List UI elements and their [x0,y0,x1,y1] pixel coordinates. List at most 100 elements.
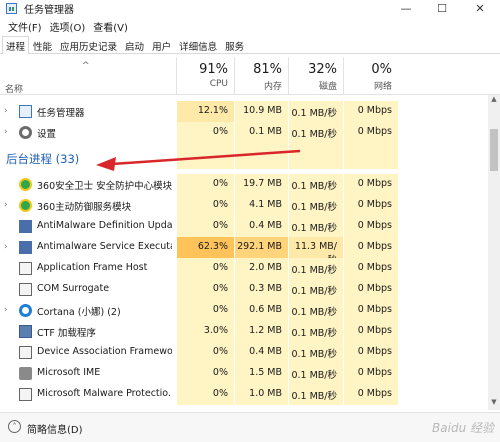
process-name: COM Surrogate [37,283,110,294]
process-row[interactable]: AntiMalware Definition Upda... 0% 0.4 MB 0.… [0,216,488,237]
expand-chevron-icon[interactable]: › [4,305,8,315]
column-disk-header[interactable]: 32% 磁盘 [288,57,343,95]
process-row[interactable]: › 任务管理器 12.1% 10.9 MB 0.1 MB/秒 0 Mbps [0,101,488,122]
cell-disk: 0.1 MB/秒 [288,122,343,143]
cell-disk: 0.1 MB/秒 [288,216,343,237]
scroll-thumb[interactable] [490,129,498,171]
app-window-icon [19,388,32,401]
cell-net: 0 Mbps [343,174,398,195]
process-name: 设置 [37,129,57,140]
minimize-button[interactable]: — [388,0,424,17]
cell-disk: 11.3 MB/秒 [288,237,343,266]
network-total: 0% [371,62,392,77]
title-bar: 任务管理器 — ☐ ✕ [0,0,500,17]
cell-disk: 0.1 MB/秒 [288,279,343,300]
process-row[interactable]: › 360主动防御服务模块 0% 4.1 MB 0.1 MB/秒 0 Mbps [0,195,488,216]
column-memory-header[interactable]: 81% 内存 [234,57,288,95]
group-heat-cell [343,143,398,169]
expand-chevron-icon[interactable]: › [4,200,8,210]
collapse-details-icon[interactable]: ˄ [8,420,21,433]
menu-bar: 文件(F) 选项(O) 查看(V) [0,18,132,34]
fewer-details-link[interactable]: 简略信息(D) [27,421,83,436]
cell-cpu: 0% [176,122,234,143]
sort-indicator-icon: ^ [82,61,90,71]
cell-net: 0 Mbps [343,122,398,143]
cell-net: 0 Mbps [343,237,398,258]
process-name: 任务管理器 [37,108,85,119]
process-row[interactable]: Microsoft IME 0% 1.5 MB 0.1 MB/秒 0 Mbps [0,363,488,384]
cell-mem: 4.1 MB [234,195,288,216]
tab-startup[interactable]: 启动 [121,37,148,53]
360-shield-icon [19,199,32,212]
cell-cpu: 3.0% [176,321,234,342]
process-row[interactable]: Application Frame Host 0% 2.0 MB 0.1 MB/秒 0 … [0,258,488,279]
tab-services[interactable]: 服务 [221,37,248,53]
process-row[interactable]: › Cortana (小娜) (2) 0% 0.6 MB 0.1 MB/秒 0 Mbps [0,300,488,321]
footer-bar: ˄ 简略信息(D) Baidu 经验 [0,412,500,442]
scroll-down-icon[interactable]: ▼ [488,398,500,410]
cell-net: 0 Mbps [343,321,398,342]
group-title: 后台进程 (33) [6,152,80,166]
cell-net: 0 Mbps [343,101,398,122]
cell-cpu: 12.1% [176,101,234,122]
task-manager-icon [6,3,17,14]
close-button[interactable]: ✕ [460,0,500,17]
expand-chevron-icon[interactable]: › [4,127,8,137]
process-row[interactable]: CTF 加载程序 3.0% 1.2 MB 0.1 MB/秒 0 Mbps [0,321,488,342]
process-name: Microsoft Malware Protectio... [37,388,172,399]
column-cpu-header[interactable]: 91% CPU [176,57,234,95]
maximize-button[interactable]: ☐ [424,0,460,17]
cell-cpu: 0% [176,216,234,237]
cell-mem: 2.0 MB [234,258,288,279]
cell-cpu: 0% [176,279,234,300]
watermark-text: Baidu 经验 [432,421,494,435]
group-heat-cell [176,143,234,169]
process-name: Antimalware Service Executa... [37,241,172,252]
tab-processes[interactable]: 进程 [2,36,30,54]
window-title: 任务管理器 [24,5,74,16]
process-name: Device Association Framewo... [37,346,172,357]
process-row[interactable]: Microsoft Malware Protectio... 0% 1.0 MB 0.… [0,384,488,405]
process-name: Microsoft IME [37,367,101,378]
column-network-header[interactable]: 0% 网络 [343,57,398,95]
scroll-up-icon[interactable]: ▲ [488,95,500,107]
cell-disk: 0.1 MB/秒 [288,321,343,342]
cell-mem: 1.2 MB [234,321,288,342]
tab-details[interactable]: 详细信息 [175,37,221,53]
process-name: Cortana (小娜) (2) [37,307,121,318]
process-row[interactable]: › 设置 0% 0.1 MB 0.1 MB/秒 0 Mbps [0,122,488,143]
cell-cpu: 0% [176,195,234,216]
menu-view[interactable]: 查看(V) [89,19,132,34]
tab-users[interactable]: 用户 [148,37,175,53]
memory-label: 内存 [263,82,282,92]
cell-mem: 0.1 MB [234,122,288,143]
cpu-label: CPU [209,79,228,89]
process-name: Application Frame Host [37,262,148,273]
cell-mem: 1.5 MB [234,363,288,384]
process-row[interactable]: 360安全卫士 安全防护中心模块 0% 19.7 MB 0.1 MB/秒 0 Mbps [0,174,488,195]
process-row[interactable]: Device Association Framewo... 0% 0.4 MB 0.1… [0,342,488,363]
expand-chevron-icon[interactable]: › [4,242,8,252]
tab-app-history[interactable]: 应用历史记录 [56,37,121,53]
cell-net: 0 Mbps [343,384,398,405]
cell-mem: 292.1 MB [234,237,288,258]
cell-mem: 10.9 MB [234,101,288,122]
menu-file[interactable]: 文件(F) [4,19,46,34]
vertical-scrollbar[interactable]: ▲ ▼ [488,95,500,410]
cell-mem: 0.3 MB [234,279,288,300]
cell-net: 0 Mbps [343,279,398,300]
cell-cpu: 0% [176,258,234,279]
process-row[interactable]: COM Surrogate 0% 0.3 MB 0.1 MB/秒 0 Mbps [0,279,488,300]
app-window-icon [19,262,32,275]
group-header-background[interactable]: 后台进程 (33) [0,143,488,169]
cell-mem: 0.6 MB [234,300,288,321]
menu-options[interactable]: 选项(O) [46,19,90,34]
tab-performance[interactable]: 性能 [29,37,56,53]
process-row[interactable]: › Antimalware Service Executa... 62.3% 292.… [0,237,488,266]
cell-cpu: 0% [176,300,234,321]
cell-cpu: 0% [176,363,234,384]
windows-app-icon [19,241,32,254]
expand-chevron-icon[interactable]: › [4,106,8,116]
column-name-header[interactable]: 名称 [5,82,23,95]
cell-mem: 19.7 MB [234,174,288,195]
